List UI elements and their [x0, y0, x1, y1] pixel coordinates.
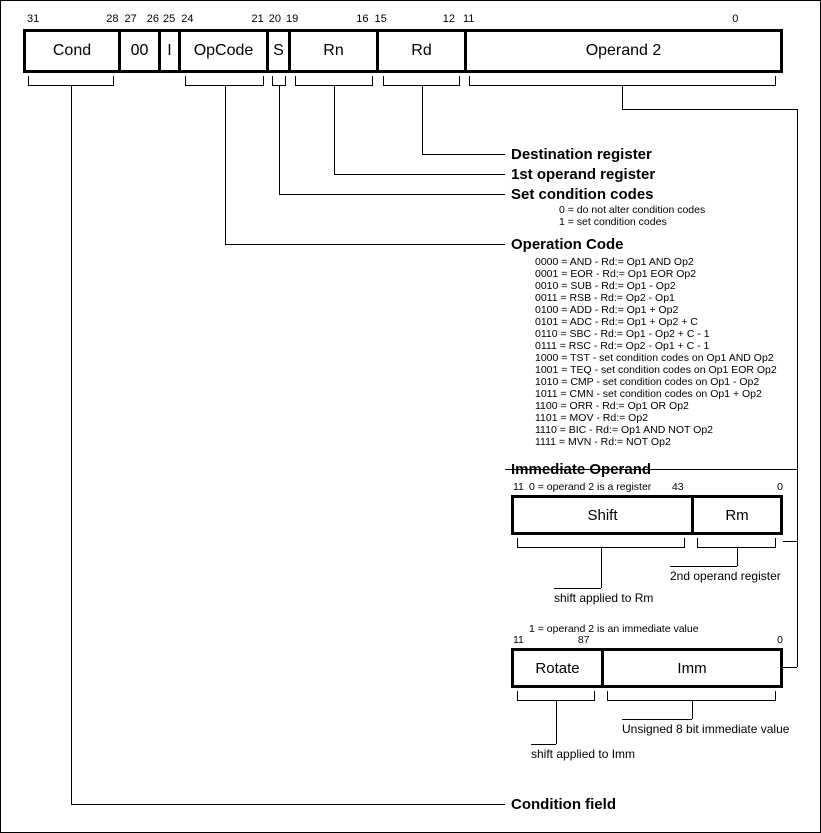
- label-rm: 2nd operand register: [670, 569, 781, 583]
- bit-11: 11: [463, 13, 474, 25]
- line-op2-h3: [783, 667, 797, 668]
- field-shift: Shift: [514, 498, 694, 532]
- line-imm-v: [692, 701, 693, 719]
- field-rm: Rm: [694, 498, 780, 532]
- line-cond-h: [71, 804, 505, 805]
- line-s-h: [279, 194, 505, 195]
- bracket-imm: [607, 691, 776, 701]
- field-imm: Imm: [604, 651, 780, 685]
- bit-24: 24: [181, 13, 193, 25]
- heading-opcode: Operation Code: [511, 236, 624, 253]
- field-opcode: OpCode: [181, 32, 269, 70]
- line-shift-v: [601, 548, 602, 588]
- bracket-opcode: [185, 76, 264, 86]
- bit-21: 21: [252, 13, 264, 25]
- bracket-s: [272, 76, 286, 86]
- line-rd-h: [422, 154, 505, 155]
- bracket-shift: [517, 538, 685, 548]
- main-bit-labels: 31 28 27 26 25 24 21 20 19 16 15 12 11 0: [23, 13, 783, 25]
- line-rm-h: [670, 566, 737, 567]
- bracket-op2: [469, 76, 776, 86]
- field-zeros: 00: [121, 32, 161, 70]
- instruction-format-diagram: 31 28 27 26 25 24 21 20 19 16 15 12 11 0…: [0, 0, 821, 833]
- bit-25: 25: [163, 13, 175, 25]
- label-shift: shift applied to Rm: [554, 591, 653, 605]
- line-s-v: [279, 86, 280, 194]
- line-cond-v: [71, 86, 72, 804]
- bracket-rd: [383, 76, 460, 86]
- heading-immop: Immediate Operand: [511, 461, 651, 478]
- field-i: I: [161, 32, 181, 70]
- field-op2: Operand 2: [467, 32, 780, 70]
- line-opc-h: [225, 244, 505, 245]
- line-rotate-v: [556, 701, 557, 744]
- bracket-rotate: [517, 691, 595, 701]
- bit-16: 16: [356, 13, 368, 25]
- bracket-cond: [28, 76, 114, 86]
- field-s: S: [269, 32, 291, 70]
- bit-26: 26: [147, 13, 159, 25]
- field-rn: Rn: [291, 32, 379, 70]
- heading-dest: Destination register: [511, 146, 652, 163]
- line-rn-v: [334, 86, 335, 174]
- line-op2-h1: [622, 109, 797, 110]
- line-op2-v3: [797, 469, 798, 667]
- heading-condfield: Condition field: [511, 796, 616, 813]
- line-rotate-h: [531, 744, 556, 745]
- label-imm: Unsigned 8 bit immediate value: [622, 722, 789, 736]
- bit-12: 12: [443, 13, 455, 25]
- rot-box: Rotate Imm: [511, 648, 783, 688]
- line-opc-v: [225, 86, 226, 244]
- bracket-rn: [295, 76, 373, 86]
- line-op2-v1: [622, 86, 623, 109]
- line-rm-v: [737, 548, 738, 566]
- line-op2-h4: [783, 541, 797, 542]
- text-opcode: 0000 = AND - Rd:= Op1 AND Op2 0001 = EOR…: [535, 256, 777, 448]
- text-setcc: 0 = do not alter condition codes 1 = set…: [559, 204, 705, 228]
- field-cond: Cond: [26, 32, 121, 70]
- shift-bits: 11 4 3 0: [513, 481, 783, 493]
- bit-15: 15: [375, 13, 387, 25]
- bracket-rm: [697, 538, 776, 548]
- line-rn-h: [334, 174, 505, 175]
- bit-19: 19: [286, 13, 298, 25]
- bit-31: 31: [27, 13, 39, 25]
- line-imm-h: [622, 719, 692, 720]
- shift-box: Shift Rm: [511, 495, 783, 535]
- bit-28: 28: [106, 13, 118, 25]
- field-rd: Rd: [379, 32, 467, 70]
- rot-bits: 11 8 7 0: [513, 634, 783, 646]
- bit-0: 0: [474, 13, 738, 25]
- heading-setcc: Set condition codes: [511, 186, 654, 203]
- main-bitfield: Cond 00 I OpCode S Rn Rd Operand 2: [23, 29, 783, 73]
- field-rotate: Rotate: [514, 651, 604, 685]
- heading-first: 1st operand register: [511, 166, 655, 183]
- label-rotate: shift applied to Imm: [531, 747, 635, 761]
- bit-20: 20: [269, 13, 281, 25]
- line-rd-v: [422, 86, 423, 154]
- line-op2-v2: [797, 109, 798, 469]
- line-shift-h: [554, 588, 601, 589]
- bit-27: 27: [125, 13, 137, 25]
